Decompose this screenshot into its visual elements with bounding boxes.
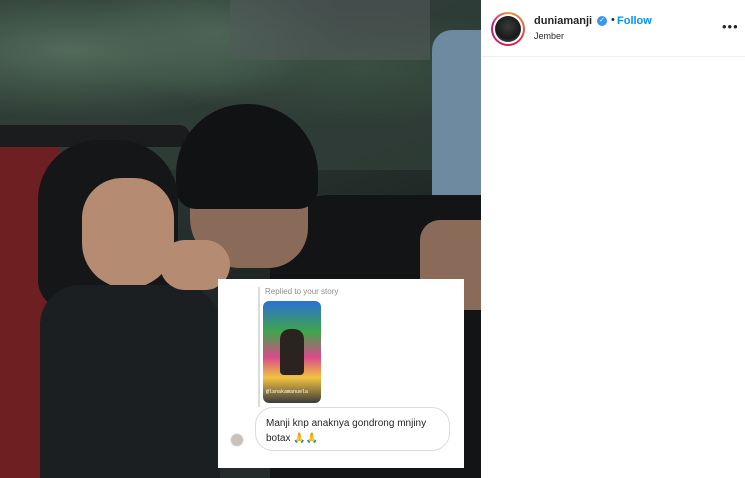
post-photo[interactable]: Replied to your story @lanakamanuela Man… bbox=[0, 0, 481, 478]
child-body bbox=[40, 285, 220, 478]
separator-dot: • bbox=[611, 14, 615, 26]
reply-line bbox=[258, 287, 260, 407]
story-thumbnail[interactable]: @lanakamanuela bbox=[263, 301, 321, 403]
location-link[interactable]: Jember bbox=[534, 31, 564, 41]
background-wall bbox=[230, 0, 430, 60]
username[interactable]: duniamanji bbox=[534, 15, 592, 27]
follow-button[interactable]: Follow bbox=[617, 15, 652, 27]
story-tag: @lanakamanuela bbox=[266, 389, 309, 395]
instagram-post: Replied to your story @lanakamanuela Man… bbox=[0, 0, 745, 478]
avatar-image bbox=[495, 16, 521, 42]
reply-label: Replied to your story bbox=[265, 287, 339, 296]
more-options-icon[interactable]: ••• bbox=[722, 19, 739, 34]
post-header: duniamanji ✓ • Follow Jember ••• bbox=[481, 0, 745, 57]
background-person bbox=[432, 30, 481, 220]
verified-check-icon: ✓ bbox=[597, 16, 607, 26]
story-child bbox=[280, 329, 304, 375]
avatar[interactable] bbox=[491, 12, 525, 46]
reply-avatar bbox=[230, 433, 244, 447]
reply-message-bubble: Manji knp anaknya gondrong mnjiny botax … bbox=[255, 407, 450, 451]
story-reply-card: Replied to your story @lanakamanuela Man… bbox=[218, 279, 464, 468]
